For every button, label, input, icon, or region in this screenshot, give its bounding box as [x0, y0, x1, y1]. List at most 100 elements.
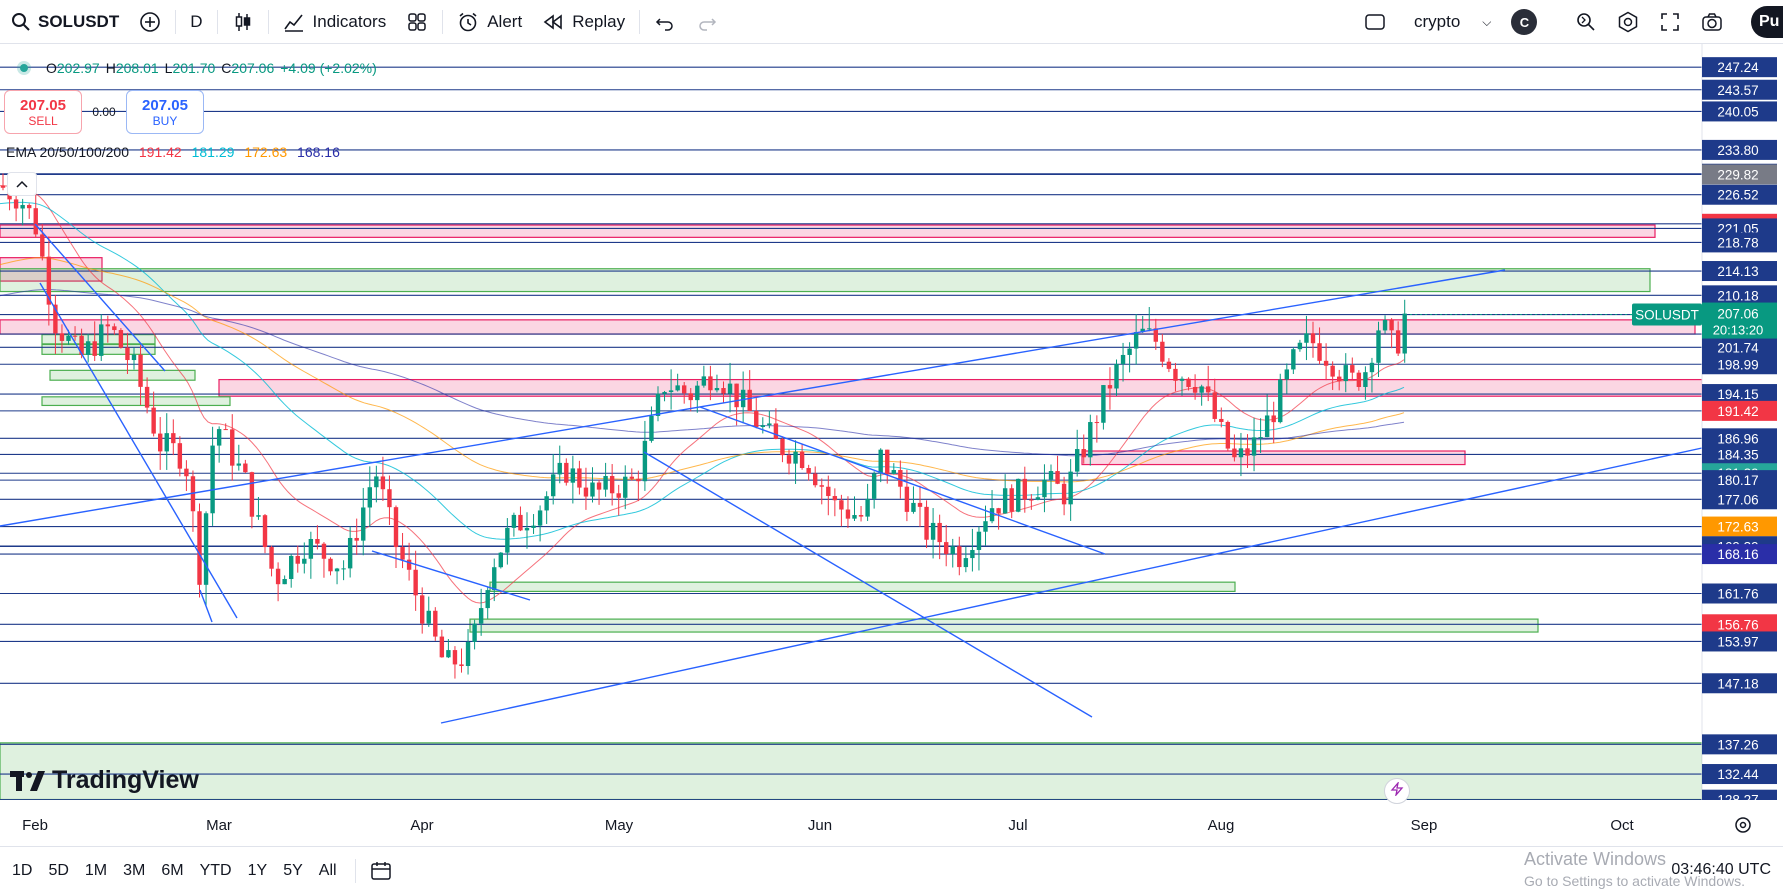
candle-body [354, 537, 359, 541]
settings-button[interactable] [1607, 0, 1649, 44]
candle-body [577, 468, 582, 488]
candle-body [740, 389, 746, 408]
candle-body [623, 476, 628, 498]
compare-button[interactable] [129, 0, 171, 44]
candle-body [413, 569, 418, 596]
windows-watermark-title: Activate Windows [1524, 849, 1667, 869]
candle-body [1094, 422, 1100, 424]
candle-body [1238, 448, 1244, 458]
candle-body [957, 546, 962, 568]
symbol-name: SOLUSDT [38, 11, 120, 31]
candle-body [996, 508, 1001, 514]
candle-body [223, 429, 228, 431]
candle-body [361, 507, 366, 541]
divider [175, 9, 177, 34]
range-button-5y[interactable]: 5Y [275, 862, 311, 880]
candle-body [1002, 488, 1008, 514]
price-label: 194.15 [1717, 387, 1758, 402]
range-button-ytd[interactable]: YTD [192, 862, 240, 880]
candle-body [983, 521, 988, 532]
fullscreen-button[interactable] [1649, 0, 1691, 44]
candle-body [1107, 385, 1113, 389]
redo-icon [696, 11, 718, 33]
candle-body [963, 558, 969, 568]
candle-body [544, 496, 549, 511]
candle-body [347, 537, 353, 569]
chevron-up-icon [16, 175, 28, 193]
grid-icon [406, 11, 428, 33]
candle-body [1350, 365, 1355, 373]
price-label: 201.74 [1717, 340, 1759, 355]
month-label: Feb [22, 817, 48, 834]
candle-body [1212, 392, 1217, 419]
candle-body [799, 451, 805, 469]
undo-button[interactable] [644, 0, 686, 44]
month-label: Oct [1610, 817, 1634, 834]
price-chart[interactable]: 247.24243.57240.05233.80229.93229.82226.… [0, 44, 1783, 844]
month-label: May [605, 817, 634, 834]
candle-body [1395, 330, 1401, 354]
replay-button[interactable]: Replay [532, 0, 635, 44]
candle-body [1271, 415, 1276, 423]
chart-type-button[interactable] [222, 0, 264, 44]
candle-body [1081, 449, 1086, 458]
candle-body [642, 440, 648, 482]
buy-button[interactable]: 207.05 BUY [126, 90, 204, 134]
candle-body [727, 383, 733, 394]
axis-settings-button[interactable] [1732, 814, 1754, 836]
candle-body [1061, 483, 1067, 505]
range-button-5d[interactable]: 5D [40, 862, 76, 880]
range-button-1m[interactable]: 1M [77, 862, 115, 880]
indicators-button[interactable]: Indicators [273, 0, 397, 44]
snapshot-button[interactable] [1691, 0, 1733, 44]
range-button-1y[interactable]: 1Y [240, 862, 276, 880]
candle-body [662, 392, 667, 394]
publish-button[interactable]: Pu [1751, 6, 1783, 38]
account-button[interactable]: C [1501, 0, 1547, 44]
divider [267, 9, 269, 34]
ema100-value: 172.63 [244, 144, 288, 160]
candle-body [92, 341, 97, 356]
templates-button[interactable] [396, 0, 438, 44]
interval-button[interactable]: D [180, 0, 212, 44]
layout-selector[interactable]: crypto ⌵ [1396, 0, 1501, 44]
range-button-3m[interactable]: 3M [115, 862, 153, 880]
price-zone [41, 343, 156, 355]
layout-toggle[interactable] [1354, 0, 1396, 44]
lightning-button[interactable] [1384, 778, 1410, 804]
redo-button[interactable] [686, 0, 728, 44]
gear-icon [1735, 817, 1751, 833]
collapse-legend-button[interactable] [7, 172, 37, 196]
candle-body [1219, 418, 1224, 422]
ema-legend[interactable]: EMA 20/50/100/200 191.42 181.29 172.63 1… [6, 144, 346, 160]
candle-body [839, 500, 844, 510]
status-dot [20, 64, 28, 72]
alert-button[interactable]: Alert [447, 0, 532, 44]
price-zone [1081, 450, 1466, 466]
candle-body [275, 568, 281, 585]
ohlc-legend: O 202.97 H 208.01 L 201.70 C 207.06 +4.09 (+… [0, 60, 383, 76]
quick-search-button[interactable] [1565, 0, 1607, 44]
sell-label: SELL [28, 113, 58, 128]
month-label: Jul [1008, 817, 1027, 834]
price-label: 240.05 [1717, 104, 1758, 119]
symbol-search[interactable]: SOLUSDT [0, 0, 129, 44]
range-button-1d[interactable]: 1D [4, 862, 40, 880]
candle-body [321, 543, 327, 559]
range-button-6m[interactable]: 6M [153, 862, 191, 880]
divider [442, 9, 444, 34]
search-icon [10, 11, 32, 33]
date-range-button[interactable] [360, 849, 402, 893]
candle-body [989, 508, 995, 522]
price-label: 168.16 [1717, 547, 1758, 562]
range-button-all[interactable]: All [311, 862, 345, 880]
candle-body [944, 542, 949, 554]
divider [639, 9, 641, 34]
price-zone [0, 224, 1656, 238]
price-zone [41, 396, 231, 407]
candle-body [85, 341, 91, 355]
candle-body [478, 608, 484, 624]
candle-body [747, 389, 752, 411]
lightning-icon [1390, 780, 1404, 801]
sell-button[interactable]: 207.05 SELL [4, 90, 82, 134]
